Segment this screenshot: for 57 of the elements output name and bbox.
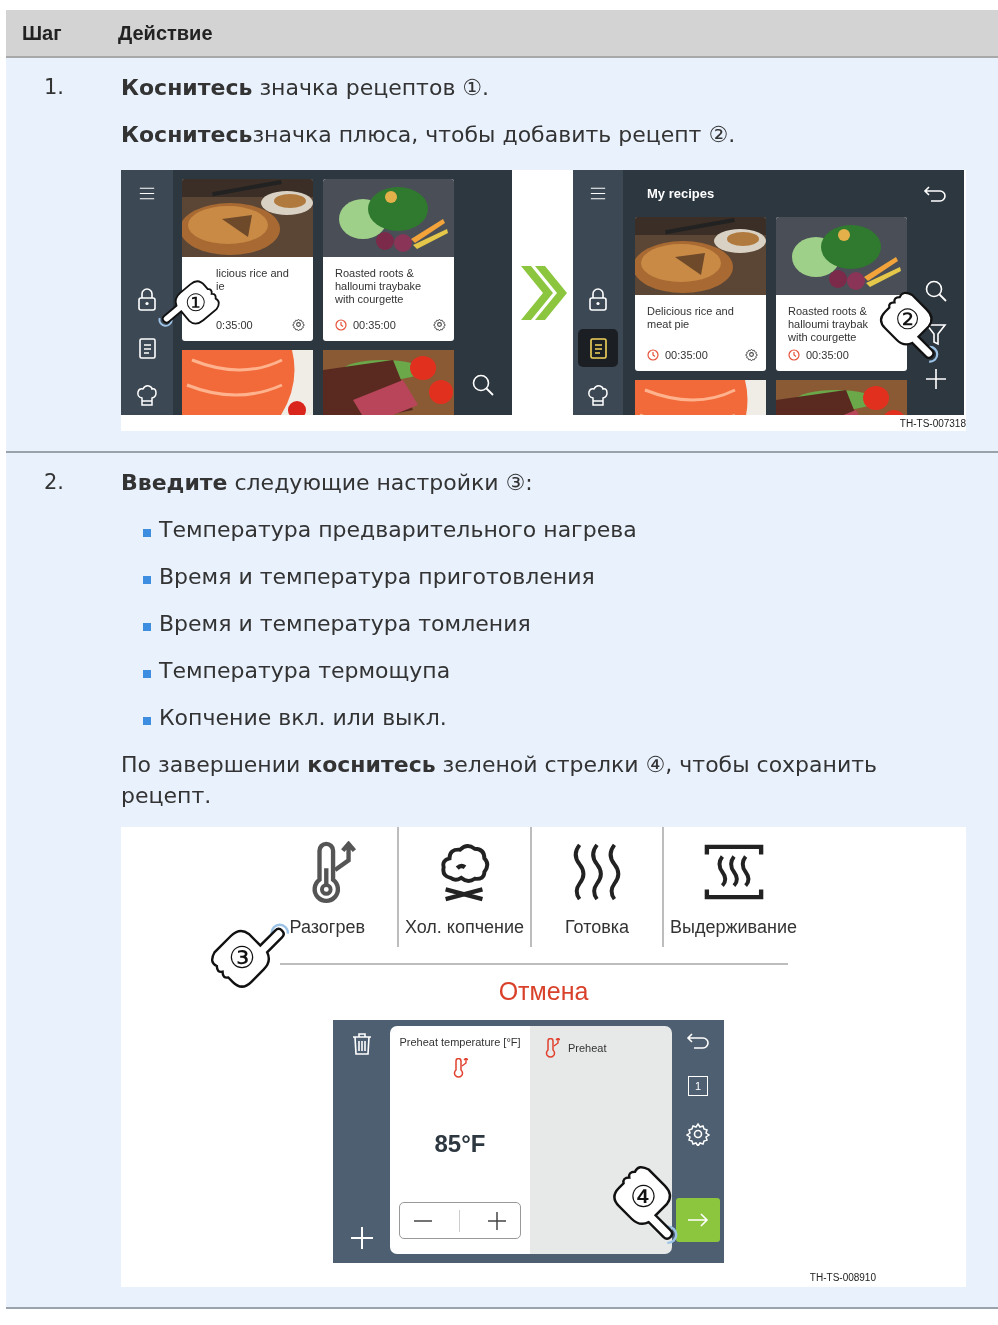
field-label: Preheat temperature [°F] (399, 1036, 521, 1048)
bullet-marker (143, 669, 151, 678)
thermometer-icon (544, 1038, 560, 1058)
plus-icon[interactable] (488, 1211, 507, 1230)
recipe-title: Delicious rice and meat pie (647, 305, 734, 331)
setting-item: Копчение вкл. или выкл. (159, 704, 447, 732)
setting-item: Температура термощупа (159, 657, 451, 685)
figure-code: TH-TS-008910 (809, 1272, 876, 1283)
bullet-marker (143, 622, 151, 631)
bullet-marker (143, 528, 151, 537)
setting-item: Время и температура приготовления (159, 563, 595, 591)
trash-icon[interactable] (350, 1032, 373, 1056)
search-icon[interactable] (471, 373, 495, 397)
mode-option[interactable]: Хол. копчение (397, 827, 530, 947)
recipe-title: Roasted roots & halloumi traybak with courgette (788, 305, 869, 344)
cancel-button[interactable]: Отмена (492, 975, 595, 1008)
mode-option[interactable]: Готовка (530, 827, 662, 947)
tray-button[interactable]: 1 (688, 1076, 708, 1096)
instruction-text: По завершении коснитесь зеленой стрелки ④, чтобы сохранить рецепт. (121, 751, 879, 810)
recipe-book-icon[interactable] (578, 329, 618, 367)
cooking-time: 0:35:00 (216, 318, 254, 331)
recipe-card[interactable]: Delicious rice and meat pie 00:35:00 (635, 217, 766, 371)
back-icon[interactable] (923, 184, 947, 203)
cooking-time: 00:35:00 (353, 318, 397, 331)
step-name: Preheat (568, 1042, 607, 1054)
bullet-marker (143, 575, 151, 584)
arrow-icon (687, 1213, 709, 1227)
setting-item: Время и температура томления (159, 610, 531, 638)
thermometer-icon (452, 1058, 468, 1078)
mode-option[interactable]: Выдерживание (662, 827, 815, 947)
step-number: 2. (43, 469, 66, 496)
instruction-text: Коснитесь значка рецептов ①. (121, 74, 491, 102)
settings-icon[interactable] (745, 348, 758, 361)
bullet-marker (143, 716, 151, 725)
minus-icon[interactable] (413, 1218, 432, 1223)
cooking-time: 00:35:00 (806, 349, 850, 361)
screen-title: My recipes (647, 186, 715, 201)
callout-number: ④ (629, 1182, 657, 1212)
recipe-title: Roasted roots & halloumi traybake with courgette (335, 267, 422, 306)
back-icon[interactable] (686, 1032, 710, 1050)
column-header: Шаг (21, 21, 63, 45)
instruction-text: Введите следующие настройки ③: (121, 469, 534, 497)
instruction-text: Коснитесьзначка плюса, чтобы добавить рецепт ②. (121, 121, 737, 149)
mode-option[interactable]: Разогрев (270, 827, 397, 947)
search-icon[interactable] (923, 279, 948, 303)
temperature-value: 85°F (434, 1130, 486, 1158)
column-header: Действие (118, 21, 213, 45)
callout-number: ③ (228, 943, 256, 973)
recipe-card[interactable]: Roasted roots & halloumi traybake with courgette 00:35:00 (323, 179, 454, 341)
settings-icon[interactable] (292, 318, 305, 331)
step-number: 1. (43, 74, 66, 101)
figure-code: TH-TS-007318 (899, 418, 966, 429)
callout-number: ① (185, 291, 207, 315)
setting-item: Температура предварительного нагрева (159, 516, 637, 544)
settings-icon[interactable] (433, 318, 446, 331)
cooking-time: 00:35:00 (665, 348, 709, 361)
recipe-title: licious rice and ie (216, 267, 289, 293)
